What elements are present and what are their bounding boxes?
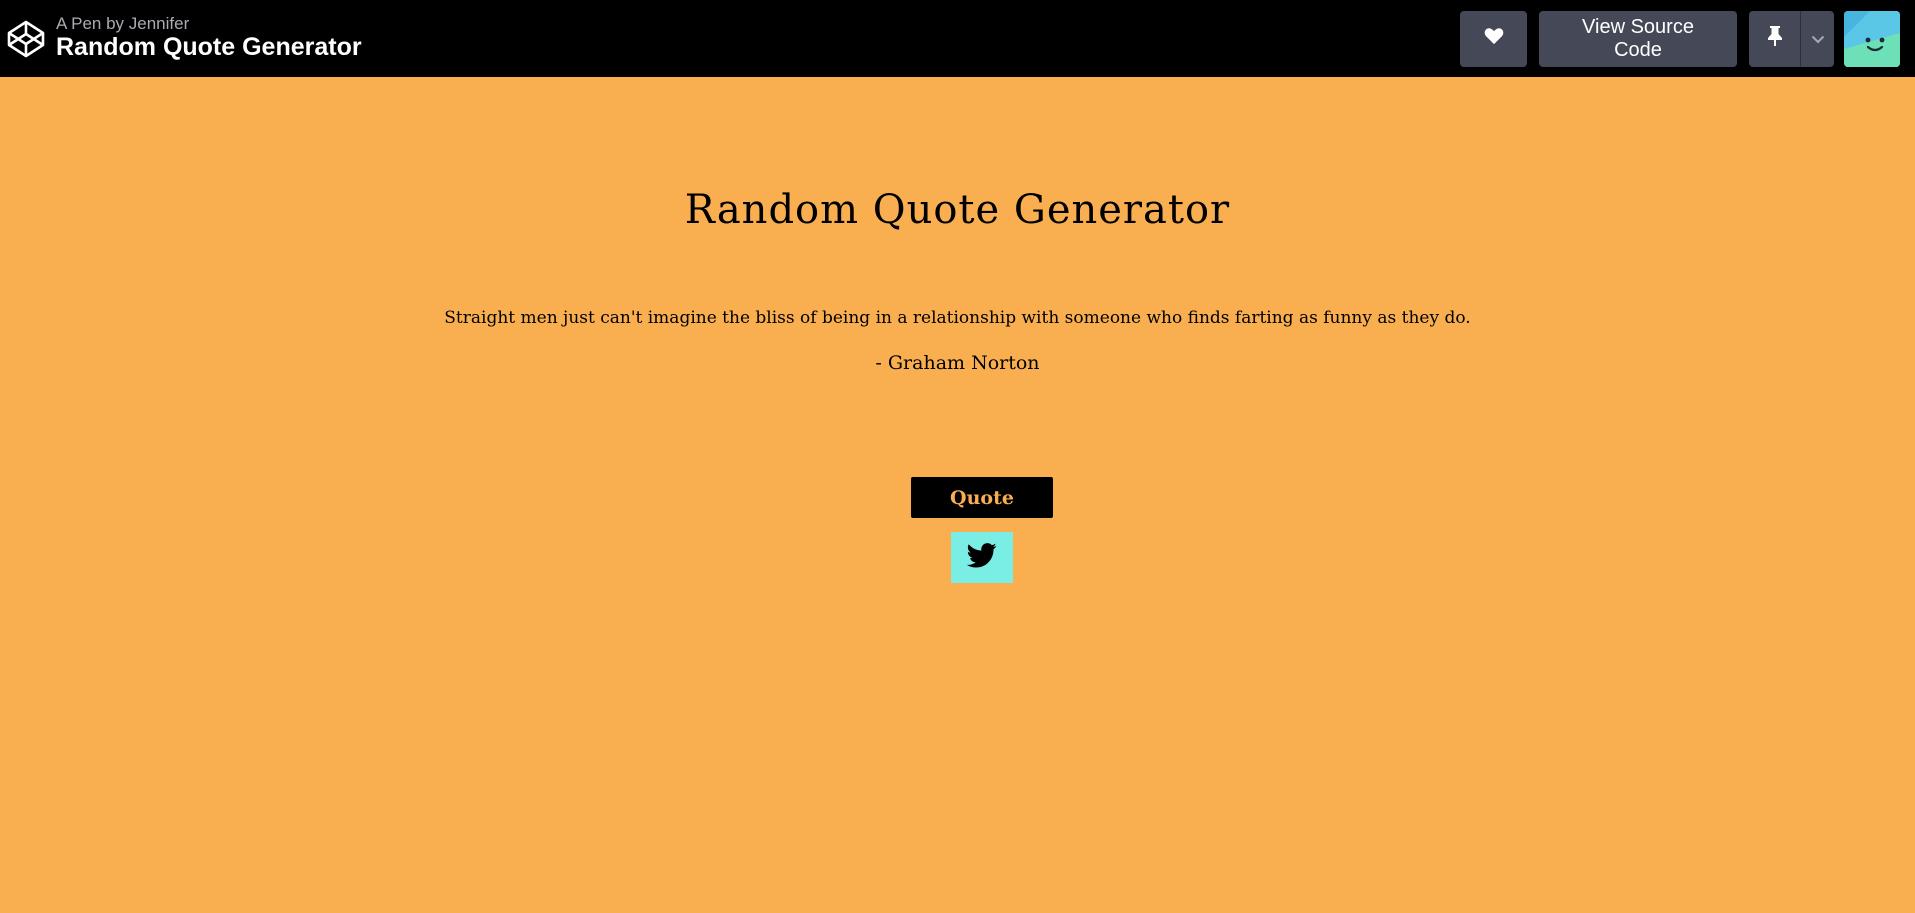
brand: A Pen by Jennifer Random Quote Generator [6, 15, 362, 61]
pen-title: Random Quote Generator [56, 33, 362, 62]
pen-title-block: A Pen by Jennifer Random Quote Generator [56, 15, 362, 61]
twitter-icon [966, 543, 997, 572]
quote-author: - Graham Norton [875, 352, 1040, 374]
codepen-logo-icon[interactable] [6, 19, 46, 59]
pin-icon [1767, 25, 1783, 53]
pen-byline[interactable]: A Pen by Jennifer [56, 15, 362, 34]
new-quote-button[interactable]: Quote [911, 477, 1053, 518]
app-title: Random Quote Generator [684, 187, 1231, 233]
quote-app: Random Quote Generator Straight men just… [0, 77, 1915, 913]
heart-icon [1484, 27, 1504, 51]
pin-button-group [1749, 10, 1834, 67]
codepen-header: A Pen by Jennifer Random Quote Generator… [0, 0, 1915, 77]
avatar[interactable] [1844, 10, 1900, 67]
pin-options-button[interactable] [1800, 10, 1834, 67]
chevron-down-icon [1811, 27, 1825, 50]
view-source-button[interactable]: View Source Code [1539, 10, 1737, 67]
like-button[interactable] [1460, 10, 1527, 67]
avatar-icon [1844, 10, 1900, 67]
header-actions: View Source Code [1460, 10, 1900, 67]
pin-button[interactable] [1749, 10, 1800, 67]
quote-text: Straight men just can't imagine the blis… [444, 308, 1471, 328]
tweet-button[interactable] [951, 532, 1013, 583]
